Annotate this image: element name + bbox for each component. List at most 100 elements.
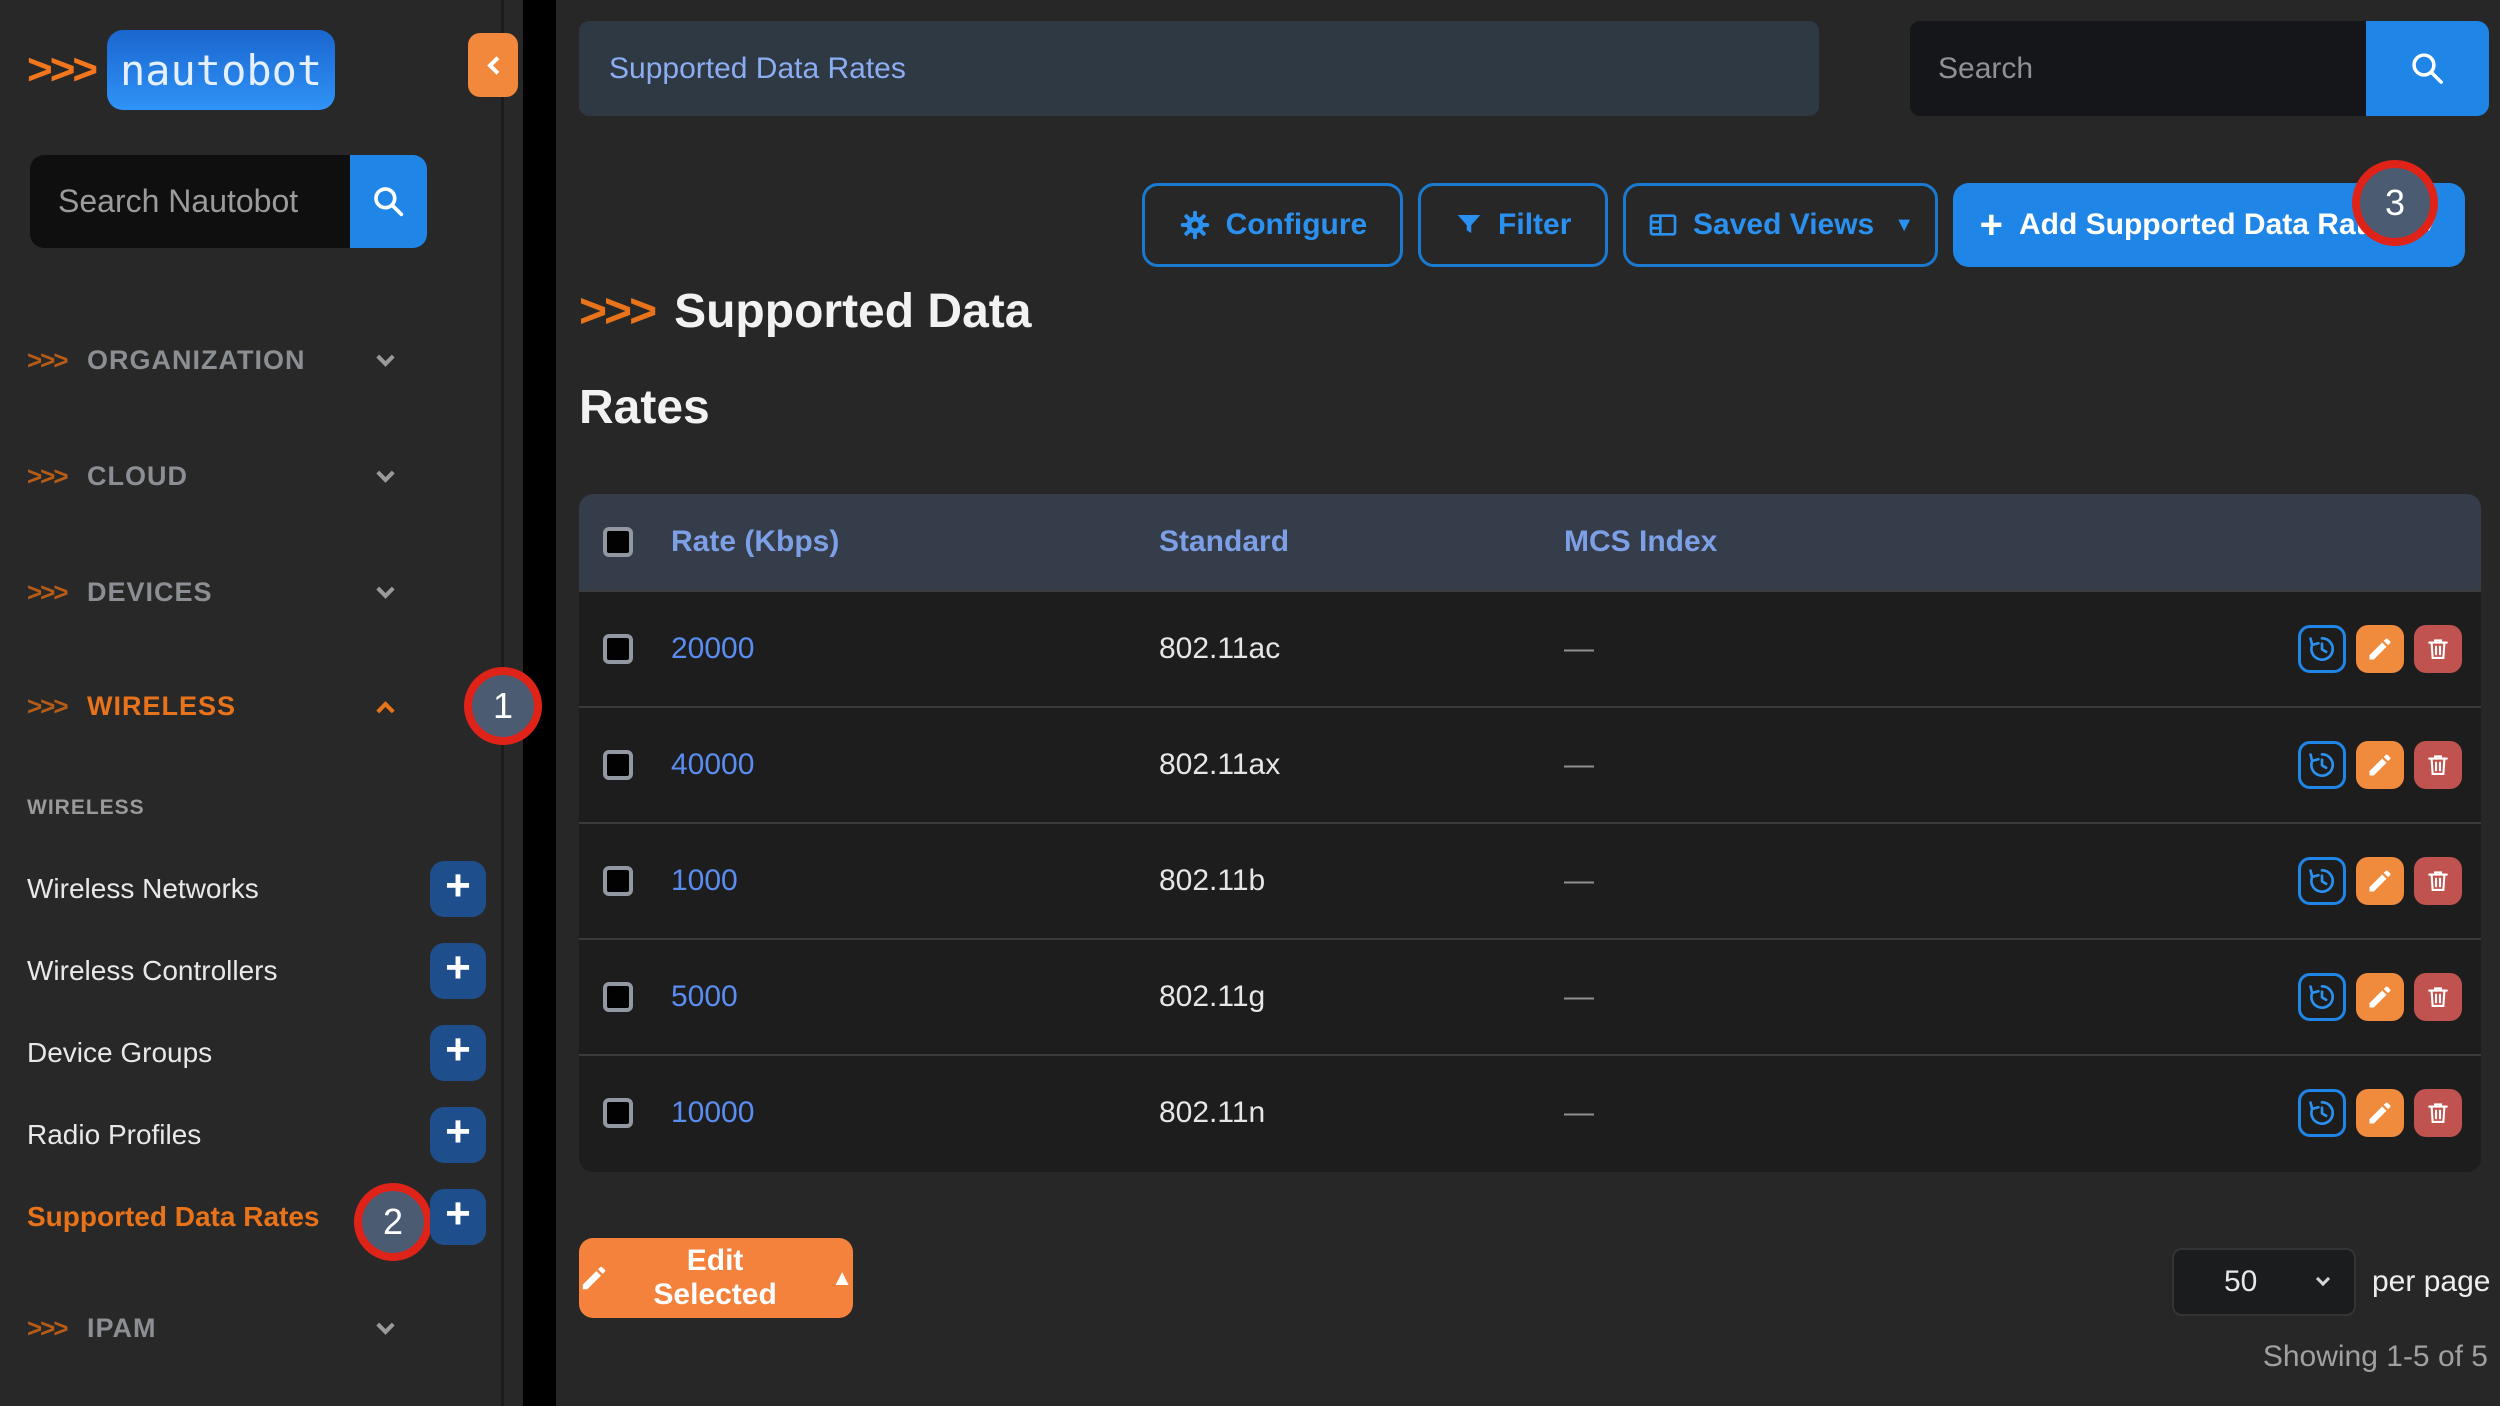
nautobot-logo[interactable]: >>> nautobot (27, 29, 335, 111)
clock-rewind-icon (2306, 1097, 2338, 1129)
column-header-standard[interactable]: Standard (1159, 525, 1289, 558)
caret-down-icon: ▼ (1894, 214, 1914, 237)
saved-views-button[interactable]: Saved Views ▼ (1623, 183, 1939, 267)
select-all-checkbox[interactable] (603, 527, 633, 557)
rate-link[interactable]: 40000 (671, 748, 754, 781)
clock-rewind-icon (2306, 865, 2338, 897)
row-checkbox[interactable] (603, 634, 633, 664)
group-label: IPAM (87, 1313, 157, 1344)
trash-icon (2424, 751, 2452, 779)
delete-button[interactable] (2414, 857, 2462, 905)
column-header-rate[interactable]: Rate (Kbps) (671, 525, 839, 558)
changelog-button[interactable] (2298, 625, 2346, 673)
pencil-icon (2366, 635, 2394, 663)
standard-cell: 802.11ax (1159, 748, 1280, 781)
changelog-button[interactable] (2298, 857, 2346, 905)
supported-data-rates-link[interactable]: Supported Data Rates (27, 1201, 320, 1233)
chevron-up-icon (376, 701, 394, 719)
changelog-button[interactable] (2298, 973, 2346, 1021)
pencil-icon (2366, 983, 2394, 1011)
edit-button[interactable] (2356, 741, 2404, 789)
edit-button[interactable] (2356, 857, 2404, 905)
add-radio-profile-button[interactable]: + (430, 1107, 486, 1163)
row-checkbox[interactable] (603, 1098, 633, 1128)
sidebar-item-wireless-controllers: Wireless Controllers + (0, 943, 523, 999)
add-wireless-controller-button[interactable]: + (430, 943, 486, 999)
sidebar-group-ipam[interactable]: >>> IPAM (0, 1293, 470, 1363)
sidebar-group-wireless[interactable]: >>> WIRELESS (0, 671, 470, 741)
changelog-button[interactable] (2298, 1089, 2346, 1137)
standard-cell: 802.11g (1159, 980, 1265, 1013)
pencil-icon (2366, 1099, 2394, 1127)
pencil-icon (579, 1263, 609, 1293)
device-groups-link[interactable]: Device Groups (27, 1037, 212, 1069)
nautobot-logo-box[interactable]: nautobot (107, 30, 335, 110)
add-device-group-button[interactable]: + (430, 1025, 486, 1081)
nautobot-chevrons-icon: >>> (27, 45, 95, 95)
rate-link[interactable]: 10000 (671, 1096, 754, 1129)
wireless-controllers-link[interactable]: Wireless Controllers (27, 955, 278, 987)
chevron-down-icon (376, 464, 394, 482)
table-columns-icon (1647, 209, 1679, 241)
sidebar-collapse-button[interactable] (468, 33, 518, 97)
standard-cell: 802.11b (1159, 864, 1265, 897)
configure-label: Configure (1226, 208, 1368, 242)
mcs-index-cell: — (1564, 864, 1594, 897)
edit-button[interactable] (2356, 973, 2404, 1021)
trash-icon (2424, 867, 2452, 895)
pagination-summary: Showing 1-5 of 5 (2263, 1340, 2488, 1374)
rate-link[interactable]: 20000 (671, 632, 754, 665)
caret-up-icon: ▲ (831, 1265, 853, 1291)
delete-button[interactable] (2414, 625, 2462, 673)
saved-views-label: Saved Views (1693, 208, 1874, 242)
row-checkbox[interactable] (603, 982, 633, 1012)
search-icon (2406, 47, 2450, 91)
edit-button[interactable] (2356, 1089, 2404, 1137)
sidebar-group-organization[interactable]: >>> ORGANIZATION (0, 325, 470, 395)
sidebar-search-button[interactable] (350, 155, 427, 248)
group-chevrons-icon: >>> (27, 461, 87, 492)
mcs-index-cell: — (1564, 1096, 1594, 1129)
edit-selected-button[interactable]: Edit Selected ▲ (579, 1238, 853, 1318)
nautobot-logo-text: nautobot (120, 46, 322, 95)
standard-cell: 802.11ac (1159, 632, 1280, 665)
rate-link[interactable]: 5000 (671, 980, 738, 1013)
per-page-select[interactable]: 50 (2172, 1248, 2356, 1316)
table-row: 40000 802.11ax — (579, 706, 2481, 822)
delete-button[interactable] (2414, 1089, 2462, 1137)
filter-button[interactable]: Filter (1418, 183, 1608, 267)
group-label: DEVICES (87, 577, 213, 608)
column-header-mcs-index[interactable]: MCS Index (1564, 525, 1717, 558)
global-search-input[interactable] (1910, 21, 2366, 116)
trash-icon (2424, 1099, 2452, 1127)
clock-rewind-icon (2306, 749, 2338, 781)
clock-rewind-icon (2306, 981, 2338, 1013)
group-label: CLOUD (87, 461, 188, 492)
wireless-networks-link[interactable]: Wireless Networks (27, 873, 259, 905)
chevron-left-icon (487, 56, 505, 74)
delete-button[interactable] (2414, 973, 2462, 1021)
add-wireless-network-button[interactable]: + (430, 861, 486, 917)
delete-button[interactable] (2414, 741, 2462, 789)
sidebar-search-input[interactable] (30, 155, 350, 248)
title-chevrons-icon: >>> (579, 285, 654, 338)
breadcrumb-link[interactable]: Supported Data Rates (609, 52, 906, 86)
changelog-button[interactable] (2298, 741, 2346, 789)
sidebar-group-cloud[interactable]: >>> CLOUD (0, 441, 470, 511)
pencil-icon (2366, 751, 2394, 779)
global-search-button[interactable] (2366, 21, 2489, 116)
group-chevrons-icon: >>> (27, 577, 87, 608)
edit-button[interactable] (2356, 625, 2404, 673)
add-supported-data-rate-button[interactable]: + (430, 1189, 486, 1245)
page-title: >>>Supported Data Rates (579, 264, 1139, 456)
radio-profiles-link[interactable]: Radio Profiles (27, 1119, 201, 1151)
funnel-icon (1454, 210, 1484, 240)
chevron-down-icon (2316, 1272, 2330, 1286)
search-icon (369, 182, 409, 222)
rate-link[interactable]: 1000 (671, 864, 738, 897)
configure-button[interactable]: Configure (1142, 183, 1403, 267)
sidebar-item-device-groups: Device Groups + (0, 1025, 523, 1081)
sidebar-group-devices[interactable]: >>> DEVICES (0, 557, 470, 627)
row-checkbox[interactable] (603, 750, 633, 780)
row-checkbox[interactable] (603, 866, 633, 896)
